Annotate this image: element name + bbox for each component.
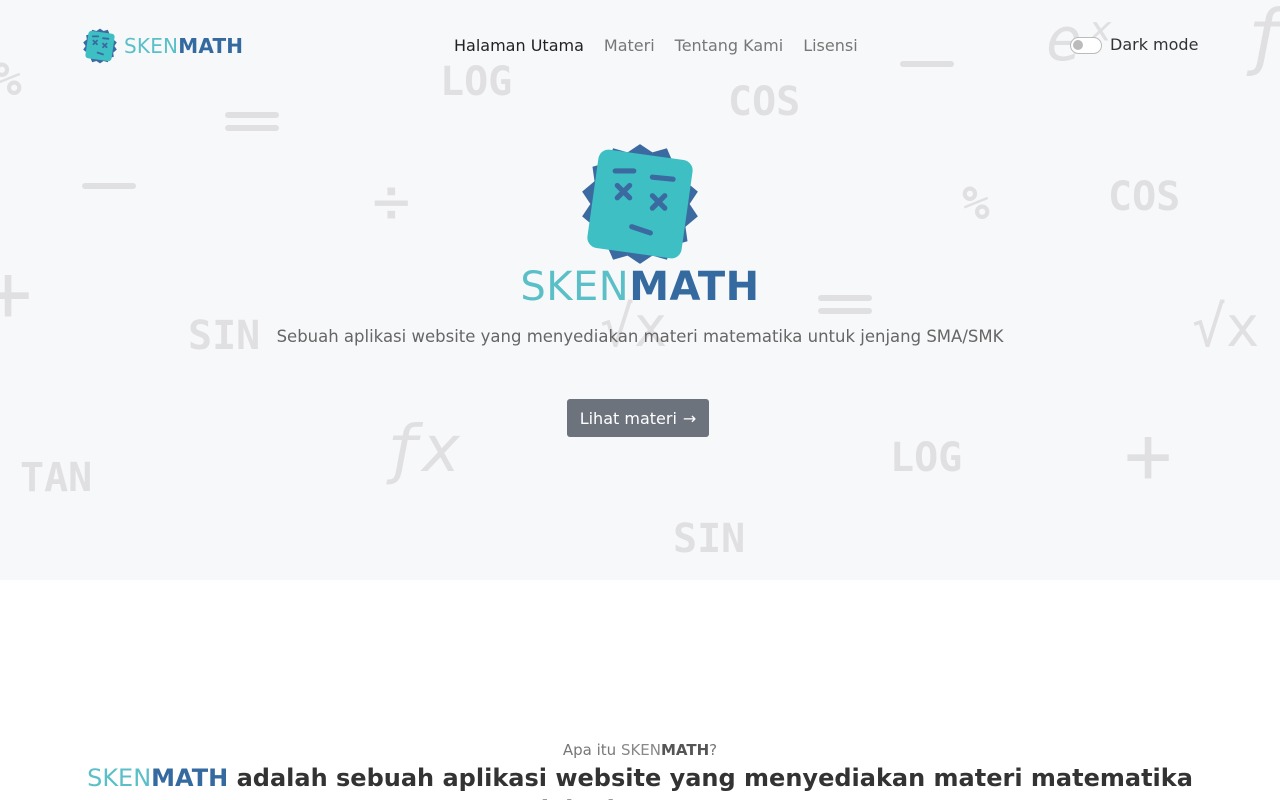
confused-face-badge-icon — [83, 28, 117, 64]
brand-name: SKENMATH — [124, 34, 243, 58]
about-kicker-prefix: Apa itu — [562, 741, 621, 759]
dark-mode-label: Dark mode — [1110, 35, 1199, 54]
confused-face-badge-icon — [582, 144, 698, 264]
bg-symbol: ƒx — [384, 413, 462, 487]
brand-name-part2: MATH — [178, 34, 244, 58]
bg-symbol: LOG — [890, 435, 963, 481]
about-heading-brand-part1: SKEN — [87, 764, 152, 792]
hero-title-part1: SKEN — [520, 264, 630, 310]
toggle-knob — [1073, 40, 1083, 50]
dark-mode-toggle[interactable] — [1070, 37, 1102, 54]
about-kicker: Apa itu SKENMATH? — [0, 741, 1280, 759]
nav-item-tentang-kami[interactable]: Tentang Kami — [675, 36, 784, 55]
about-kicker-suffix: ? — [709, 741, 718, 759]
arrow-right-icon: → — [682, 408, 697, 428]
hero-subtitle: Sebuah aplikasi website yang menyediakan… — [276, 327, 1004, 346]
about-heading: SKENMATH adalah sebuah aplikasi website … — [80, 762, 1200, 800]
bg-symbol: ÷ — [372, 165, 411, 239]
bg-minus-symbol — [82, 183, 136, 189]
about-brand-part1: SKEN — [620, 741, 661, 759]
about-heading-brand-part2: MATH — [151, 764, 229, 792]
bg-equals-symbol-bottom — [225, 125, 279, 131]
about-heading-text: adalah sebuah aplikasi website yang meny… — [236, 764, 1193, 800]
bg-symbol: + — [1124, 409, 1173, 502]
bg-symbol: COS — [1108, 174, 1181, 220]
navbar: SKENMATH Halaman Utama Materi Tentang Ka… — [0, 0, 1280, 92]
hero-title: SKENMATH — [0, 264, 1280, 310]
bg-symbol: TAN — [20, 455, 93, 501]
hero-title-part2: MATH — [629, 264, 760, 310]
bg-symbol: SIN — [673, 516, 746, 562]
view-materials-label: Lihat materi — [579, 408, 677, 428]
nav-item-materi[interactable]: Materi — [604, 36, 655, 55]
nav-item-lisensi[interactable]: Lisensi — [803, 36, 857, 55]
bg-symbol: % — [962, 176, 990, 230]
nav-item-halaman-utama[interactable]: Halaman Utama — [454, 36, 584, 55]
bg-equals-symbol-top — [225, 112, 279, 118]
view-materials-button[interactable]: Lihat materi → — [567, 399, 709, 437]
brand-logo-link[interactable]: SKENMATH — [82, 28, 243, 64]
about-brand-part2: MATH — [661, 741, 710, 759]
brand-name-part1: SKEN — [124, 34, 179, 58]
nav-menu: Halaman Utama Materi Tentang Kami Lisens… — [454, 36, 858, 55]
